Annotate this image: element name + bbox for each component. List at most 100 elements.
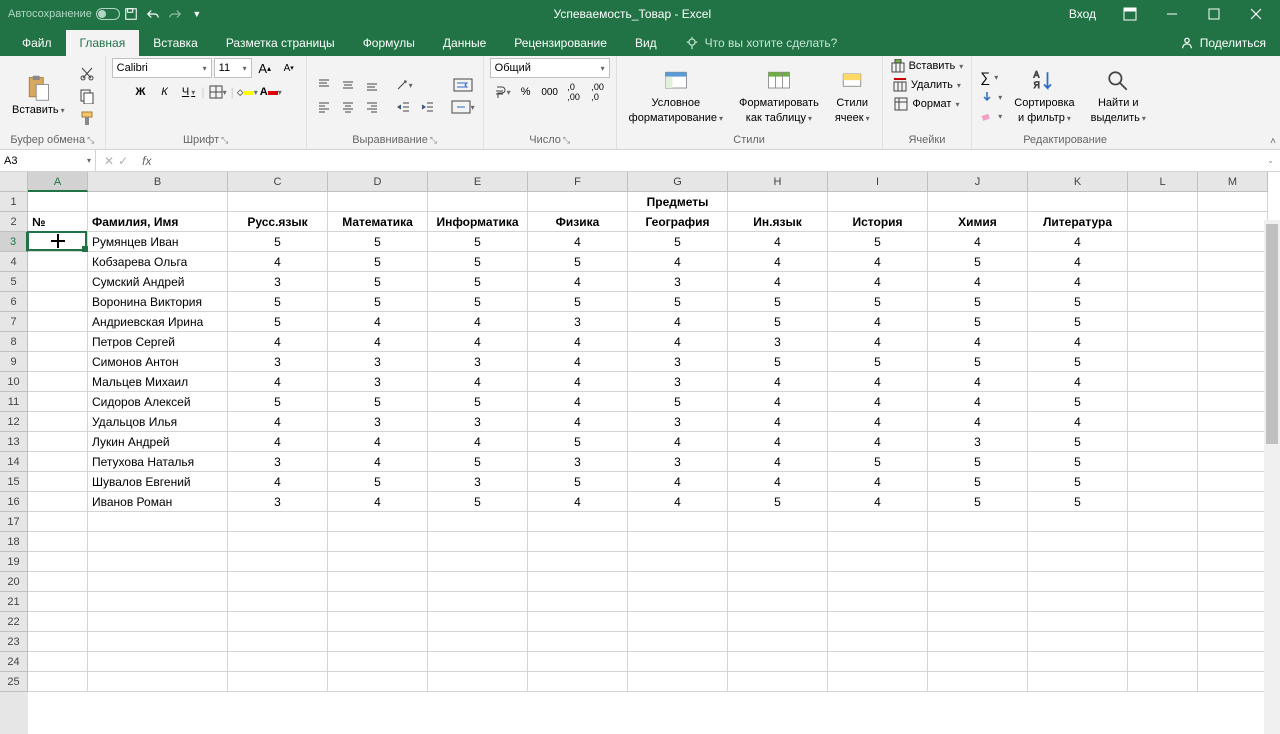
tab-home[interactable]: Главная bbox=[66, 30, 140, 56]
percent-icon[interactable]: % bbox=[515, 82, 537, 102]
font-name-combo[interactable]: Calibri▾ bbox=[112, 58, 212, 78]
expand-formula-icon[interactable]: ⌄ bbox=[1261, 156, 1280, 165]
clear-button[interactable]: ▾ bbox=[978, 108, 1004, 124]
redo-icon[interactable] bbox=[164, 3, 186, 25]
cells-group-label: Ячейки bbox=[908, 134, 945, 146]
close-icon[interactable] bbox=[1236, 0, 1276, 28]
group-alignment: ▾ ▾ Выравнивание ⤡ bbox=[307, 56, 484, 149]
select-all-corner[interactable] bbox=[0, 172, 28, 192]
number-format-combo[interactable]: Общий▾ bbox=[490, 58, 610, 78]
conditional-formatting-button[interactable]: Условноеформатирование▾ bbox=[623, 61, 729, 131]
enter-formula-icon[interactable]: ✓ bbox=[118, 154, 128, 168]
fill-color-button[interactable]: ▾ bbox=[236, 82, 258, 102]
group-clipboard: Вставить▾ Буфер обмена ⤡ bbox=[0, 56, 106, 149]
paste-label: Вставить bbox=[12, 104, 59, 117]
wrap-text-icon[interactable] bbox=[449, 75, 477, 95]
format-painter-icon[interactable] bbox=[75, 108, 99, 128]
copy-icon[interactable] bbox=[75, 86, 99, 106]
name-box[interactable]: A3▾ bbox=[0, 150, 96, 171]
collapse-ribbon-icon[interactable]: ˄ bbox=[1270, 136, 1276, 147]
format-cells-button[interactable]: Формат▾ bbox=[892, 96, 961, 112]
svg-text:А: А bbox=[1034, 69, 1040, 79]
tab-review[interactable]: Рецензирование bbox=[500, 30, 621, 56]
group-cells: Вставить▾ Удалить▾ Формат▾ Ячейки bbox=[883, 56, 973, 149]
sort-filter-button[interactable]: АЯ Сортировкаи фильтр▾ bbox=[1008, 61, 1080, 131]
comma-icon[interactable]: 000 bbox=[539, 82, 561, 102]
svg-text:Я: Я bbox=[1034, 80, 1040, 90]
maximize-icon[interactable] bbox=[1194, 0, 1234, 28]
orientation-icon[interactable]: ▾ bbox=[393, 75, 415, 95]
title-bar: Автосохранение ▼ Успеваемость_Товар - Ex… bbox=[0, 0, 1280, 28]
increase-indent-icon[interactable] bbox=[417, 97, 439, 117]
tab-view[interactable]: Вид bbox=[621, 30, 671, 56]
align-right-icon[interactable] bbox=[361, 97, 383, 117]
font-color-button[interactable]: А▾ bbox=[260, 82, 282, 102]
align-bottom-icon[interactable] bbox=[361, 75, 383, 95]
format-as-table-button[interactable]: Форматироватькак таблицу▾ bbox=[733, 61, 825, 131]
delete-cells-button[interactable]: Удалить▾ bbox=[891, 77, 963, 93]
clipboard-group-label: Буфер обмена bbox=[10, 134, 85, 146]
login-button[interactable]: Вход bbox=[1057, 7, 1108, 21]
save-icon[interactable] bbox=[120, 3, 142, 25]
cancel-formula-icon[interactable]: ✕ bbox=[104, 154, 114, 168]
tell-me-label: Что вы хотите сделать? bbox=[705, 36, 838, 50]
number-group-label: Число bbox=[529, 134, 561, 146]
autosave-label: Автосохранение bbox=[8, 8, 92, 20]
qat-customize-icon[interactable]: ▼ bbox=[186, 3, 208, 25]
tell-me[interactable]: Что вы хотите сделать? bbox=[671, 30, 852, 56]
font-group-label: Шрифт bbox=[183, 134, 219, 146]
grid-body[interactable]: Предметы№Фамилия, ИмяРусс.языкМатематика… bbox=[28, 192, 1280, 734]
minimize-icon[interactable] bbox=[1152, 0, 1192, 28]
edit-group-label: Редактирование bbox=[1023, 134, 1107, 146]
paste-button[interactable]: Вставить▾ bbox=[6, 61, 71, 131]
ribbon: Вставить▾ Буфер обмена ⤡ Calibri▾ 11▾ A▴… bbox=[0, 56, 1280, 150]
launcher-icon[interactable]: ⤡ bbox=[221, 135, 228, 146]
bold-button[interactable]: Ж bbox=[130, 82, 152, 102]
share-label: Поделиться bbox=[1200, 36, 1266, 50]
fx-icon[interactable]: fx bbox=[136, 154, 157, 168]
align-top-icon[interactable] bbox=[313, 75, 335, 95]
cut-icon[interactable] bbox=[75, 64, 99, 84]
italic-button[interactable]: К bbox=[154, 82, 176, 102]
currency-icon[interactable]: ▾ bbox=[491, 82, 513, 102]
vertical-scrollbar[interactable] bbox=[1264, 220, 1280, 734]
merge-cells-icon[interactable]: ▾ bbox=[449, 97, 477, 117]
tab-layout[interactable]: Разметка страницы bbox=[212, 30, 349, 56]
formula-bar-row: A3▾ ✕ ✓ fx ⌄ bbox=[0, 150, 1280, 172]
cell-styles-button[interactable]: Стилиячеек▾ bbox=[829, 61, 876, 131]
group-styles: Условноеформатирование▾ Форматироватькак… bbox=[617, 56, 883, 149]
autosave-toggle[interactable]: Автосохранение bbox=[8, 8, 120, 20]
styles-group-label: Стили bbox=[733, 134, 765, 146]
group-font: Calibri▾ 11▾ A▴ A▾ Ж К Ч▾ | ▾ | ▾ А▾ Шри… bbox=[106, 56, 307, 149]
window-title: Успеваемость_Товар - Excel bbox=[208, 7, 1057, 21]
share-button[interactable]: Поделиться bbox=[1166, 30, 1280, 56]
find-select-button[interactable]: Найти ивыделить▾ bbox=[1085, 61, 1152, 131]
align-left-icon[interactable] bbox=[313, 97, 335, 117]
decrease-indent-icon[interactable] bbox=[393, 97, 415, 117]
tab-file[interactable]: Файл bbox=[8, 30, 66, 56]
fill-button[interactable]: ▾ bbox=[978, 89, 1004, 105]
ribbon-tabs: Файл Главная Вставка Разметка страницы Ф… bbox=[0, 28, 1280, 56]
underline-button[interactable]: Ч▾ bbox=[178, 82, 200, 102]
autosum-button[interactable]: ∑▾ bbox=[978, 68, 1004, 86]
undo-icon[interactable] bbox=[142, 3, 164, 25]
align-center-icon[interactable] bbox=[337, 97, 359, 117]
font-size-combo[interactable]: 11▾ bbox=[214, 58, 252, 78]
group-editing: ∑▾ ▾ ▾ АЯ Сортировкаи фильтр▾ Найти ивыд… bbox=[972, 56, 1158, 149]
launcher-icon[interactable]: ⤡ bbox=[87, 135, 94, 146]
grow-font-icon[interactable]: A▴ bbox=[254, 58, 276, 78]
align-middle-icon[interactable] bbox=[337, 75, 359, 95]
column-headers[interactable]: ABCDEFGHIJKLM bbox=[28, 172, 1268, 192]
tab-data[interactable]: Данные bbox=[429, 30, 500, 56]
shrink-font-icon[interactable]: A▾ bbox=[278, 58, 300, 78]
border-button[interactable]: ▾ bbox=[207, 82, 229, 102]
tab-formulas[interactable]: Формулы bbox=[349, 30, 429, 56]
row-headers[interactable]: 1234567891011121314151617181920212223242… bbox=[0, 192, 28, 734]
align-group-label: Выравнивание bbox=[352, 134, 428, 146]
ribbon-options-icon[interactable] bbox=[1110, 0, 1150, 28]
group-number: Общий▾ ▾ % 000 ,0,00 ,00,0 Число ⤡ bbox=[484, 56, 617, 149]
decrease-decimal-icon[interactable]: ,00,0 bbox=[587, 82, 609, 102]
tab-insert[interactable]: Вставка bbox=[139, 30, 212, 56]
insert-cells-button[interactable]: Вставить▾ bbox=[889, 58, 966, 74]
increase-decimal-icon[interactable]: ,0,00 bbox=[563, 82, 585, 102]
